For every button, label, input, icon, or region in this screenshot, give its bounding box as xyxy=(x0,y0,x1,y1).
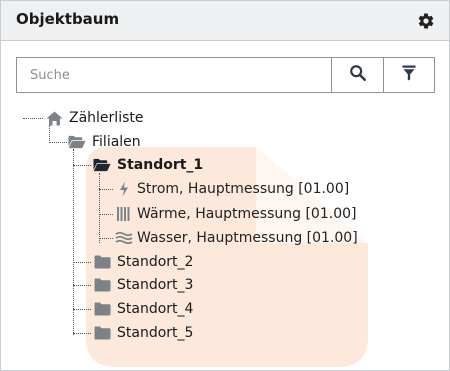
tree-node-label: Standort_3 xyxy=(117,277,194,293)
tree-leaf-label: Wasser, Hauptmessung [01.00] xyxy=(137,230,358,246)
panel-title: Objektbaum xyxy=(16,10,120,28)
tree-node-standort-2[interactable]: Standort_2 xyxy=(93,251,193,273)
tree-node-standort-5[interactable]: Standort_5 xyxy=(93,322,193,344)
tree-node-standort-3[interactable]: Standort_3 xyxy=(93,274,193,296)
tree-node-standort-1[interactable]: Standort_1 xyxy=(93,154,203,176)
tree-node-root[interactable]: Zählerliste xyxy=(45,107,143,129)
tree-node-label: Standort_4 xyxy=(117,301,194,317)
folder-icon xyxy=(93,254,111,270)
tree-leaf-label: Strom, Hauptmessung [01.00] xyxy=(137,181,350,197)
tree-node-standort-4[interactable]: Standort_4 xyxy=(93,298,193,320)
tree-node-label: Standort_5 xyxy=(117,325,194,341)
tree-leaf-waerme[interactable]: Wärme, Hauptmessung [01.00] xyxy=(115,203,356,225)
folder-open-icon xyxy=(68,134,86,150)
folder-icon xyxy=(93,277,111,293)
gear-icon[interactable] xyxy=(417,12,435,30)
object-tree-panel: Objektbaum Suche Zählerliste Filialen St… xyxy=(0,0,450,371)
search-bar xyxy=(16,57,435,93)
tree-node-label: Zählerliste xyxy=(69,110,144,126)
filter-button[interactable] xyxy=(383,58,434,92)
folder-open-icon xyxy=(93,157,111,173)
home-icon xyxy=(45,110,63,126)
panel-header: Objektbaum xyxy=(1,1,449,41)
tree-node-label: Standort_2 xyxy=(117,254,194,270)
tree-node-label: Filialen xyxy=(92,134,141,150)
tree-leaf-label: Wärme, Hauptmessung [01.00] xyxy=(137,206,357,222)
water-icon xyxy=(115,230,133,246)
folder-icon xyxy=(93,301,111,317)
tree-node-group[interactable]: Filialen xyxy=(68,131,141,153)
radiator-icon xyxy=(115,206,133,222)
search-input[interactable] xyxy=(17,58,331,92)
filter-icon xyxy=(402,65,416,85)
tree-node-label: Standort_1 xyxy=(117,157,204,173)
tree-leaf-strom[interactable]: Strom, Hauptmessung [01.00] xyxy=(115,178,349,200)
folder-icon xyxy=(93,325,111,341)
bolt-icon xyxy=(115,181,133,197)
tree-leaf-wasser[interactable]: Wasser, Hauptmessung [01.00] xyxy=(115,227,358,249)
search-icon xyxy=(349,64,367,86)
search-button[interactable] xyxy=(331,58,383,92)
